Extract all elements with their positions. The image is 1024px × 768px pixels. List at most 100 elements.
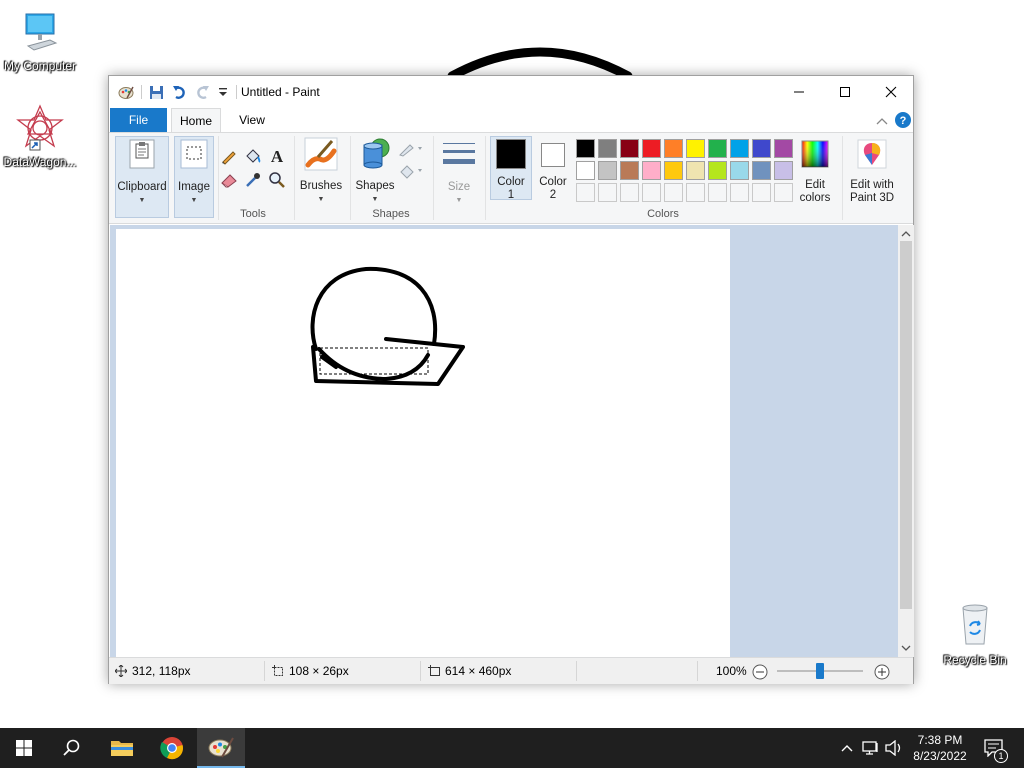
palette-color-swatch[interactable] xyxy=(576,139,595,158)
selection-size: 108 × 26px xyxy=(272,664,349,678)
image-button[interactable]: Image ▼ xyxy=(174,139,214,207)
palette-color-swatch[interactable] xyxy=(752,161,771,180)
fill-icon[interactable] xyxy=(398,163,424,179)
clock[interactable]: 7:38 PM 8/23/2022 xyxy=(905,732,975,764)
size-label: Size xyxy=(447,181,471,193)
image-size: 614 × 460px xyxy=(428,664,511,678)
palette-color-swatch[interactable] xyxy=(774,139,793,158)
palette-custom-slot[interactable] xyxy=(576,183,595,202)
save-icon[interactable] xyxy=(149,85,164,100)
edit-colors-label-1: Edit xyxy=(805,179,825,191)
palette-color-swatch[interactable] xyxy=(664,161,683,180)
palette-custom-slot[interactable] xyxy=(598,183,617,202)
palette-custom-slot[interactable] xyxy=(774,183,793,202)
search-button[interactable] xyxy=(48,728,96,768)
tab-view[interactable]: View xyxy=(227,108,277,132)
zoom-slider-thumb[interactable] xyxy=(816,663,824,679)
scroll-up-icon[interactable] xyxy=(898,227,914,241)
edit-colors-button[interactable]: Edit colors xyxy=(795,139,835,205)
palette-color-swatch[interactable] xyxy=(730,161,749,180)
color-spectrum-icon xyxy=(801,140,829,168)
collapse-ribbon-icon[interactable] xyxy=(876,116,888,126)
size-button[interactable]: Size ▼ xyxy=(437,139,481,207)
text-icon[interactable]: A xyxy=(268,147,286,165)
palette-color-swatch[interactable] xyxy=(708,161,727,180)
palette-custom-slot[interactable] xyxy=(730,183,749,202)
customize-qa-dropdown-icon[interactable] xyxy=(218,86,228,98)
desktop-icon-recycle-bin[interactable]: Recycle Bin xyxy=(935,600,1015,667)
palette-color-swatch[interactable] xyxy=(664,139,683,158)
show-hidden-icons-icon[interactable] xyxy=(840,743,854,753)
palette-custom-slot[interactable] xyxy=(686,183,705,202)
outline-icon[interactable] xyxy=(398,141,424,157)
redo-icon[interactable] xyxy=(194,85,210,100)
color1-button[interactable]: Color 1 xyxy=(490,139,532,202)
palette-color-swatch[interactable] xyxy=(598,139,617,158)
shapes-button[interactable]: Shapes ▼ xyxy=(353,137,397,206)
color2-button[interactable]: Color 2 xyxy=(533,143,573,202)
close-button[interactable] xyxy=(868,76,914,108)
brushes-button[interactable]: Brushes ▼ xyxy=(297,137,345,206)
chevron-down-icon: ▼ xyxy=(190,197,198,204)
paint-taskbar-button[interactable] xyxy=(197,728,245,768)
maximize-button[interactable] xyxy=(822,76,868,108)
start-button[interactable] xyxy=(0,728,48,768)
scroll-down-icon[interactable] xyxy=(898,641,914,655)
palette-color-swatch[interactable] xyxy=(642,161,661,180)
palette-color-swatch[interactable] xyxy=(576,161,595,180)
image-size-icon xyxy=(428,665,440,676)
palette-color-swatch[interactable] xyxy=(686,161,705,180)
zoom-in-icon[interactable] xyxy=(874,664,890,680)
desktop-icon-datawagon[interactable]: DataWagon... xyxy=(0,104,80,169)
vertical-scrollbar[interactable] xyxy=(898,225,914,657)
palette-custom-slot[interactable] xyxy=(664,183,683,202)
palette-color-swatch[interactable] xyxy=(620,139,639,158)
notification-center-button[interactable]: 1 xyxy=(980,728,1020,768)
cursor-position-text: 312, 118px xyxy=(132,664,191,678)
palette-color-swatch[interactable] xyxy=(686,139,705,158)
edit-with-paint3d-button[interactable]: Edit with Paint 3D xyxy=(844,139,900,205)
palette-custom-slot[interactable] xyxy=(708,183,727,202)
palette-custom-slot[interactable] xyxy=(620,183,639,202)
clipboard-button[interactable]: Clipboard ▼ xyxy=(115,139,169,207)
undo-icon[interactable] xyxy=(172,85,188,100)
magnifier-icon[interactable] xyxy=(268,171,286,189)
chevron-down-icon: ▼ xyxy=(371,196,379,203)
pencil-icon[interactable] xyxy=(220,147,238,165)
svg-text:A: A xyxy=(271,147,284,165)
chevron-down-icon: ▼ xyxy=(138,197,146,204)
scrollbar-thumb[interactable] xyxy=(900,241,912,609)
shapes-icon xyxy=(363,138,390,169)
zoom-out-icon[interactable] xyxy=(752,664,768,680)
svg-text:?: ? xyxy=(900,115,907,127)
color-picker-icon[interactable] xyxy=(244,171,262,189)
tab-file[interactable]: File xyxy=(110,108,167,132)
edit-colors-label-2: colors xyxy=(799,192,831,204)
file-explorer-button[interactable] xyxy=(98,728,146,768)
minimize-button[interactable] xyxy=(776,76,822,108)
tab-home[interactable]: Home xyxy=(171,108,221,132)
eraser-icon[interactable] xyxy=(220,171,238,189)
palette-color-swatch[interactable] xyxy=(708,139,727,158)
network-icon[interactable] xyxy=(862,740,880,756)
status-divider xyxy=(576,661,577,681)
selection-size-icon xyxy=(272,665,283,676)
help-icon[interactable]: ? xyxy=(895,112,911,128)
maximize-icon xyxy=(840,87,850,97)
palette-color-swatch[interactable] xyxy=(774,161,793,180)
palette-color-swatch[interactable] xyxy=(730,139,749,158)
status-bar: 312, 118px 108 × 26px 614 × 460px 100% xyxy=(109,657,913,684)
palette-color-swatch[interactable] xyxy=(598,161,617,180)
palette-custom-slot[interactable] xyxy=(642,183,661,202)
volume-icon[interactable] xyxy=(885,740,903,756)
fill-bucket-icon[interactable] xyxy=(244,147,262,165)
title-bar: Untitled - Paint xyxy=(109,76,913,108)
palette-color-swatch[interactable] xyxy=(752,139,771,158)
drawing-canvas[interactable] xyxy=(116,229,730,657)
selection-size-text: 108 × 26px xyxy=(289,664,349,678)
desktop-icon-my-computer[interactable]: My Computer xyxy=(0,10,80,73)
palette-custom-slot[interactable] xyxy=(752,183,771,202)
chrome-button[interactable] xyxy=(148,728,196,768)
palette-color-swatch[interactable] xyxy=(642,139,661,158)
palette-color-swatch[interactable] xyxy=(620,161,639,180)
